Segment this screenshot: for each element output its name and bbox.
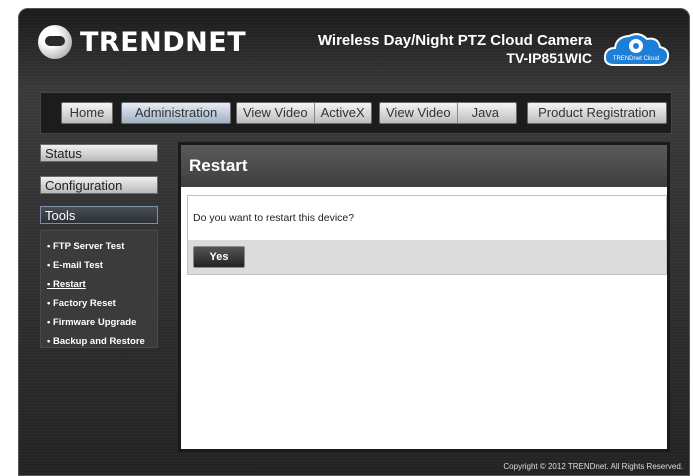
brand-name: TRENDNET <box>80 26 247 58</box>
product-header: Wireless Day/Night PTZ Cloud Camera TV-I… <box>318 32 592 66</box>
trendnet-logo: TRENDNET <box>38 25 246 59</box>
tools-item-backup-and-restore[interactable]: • Backup and Restore <box>41 332 157 351</box>
tools-item-email-test[interactable]: • E-mail Test <box>41 256 157 275</box>
tools-item-restart[interactable]: • Restart <box>41 275 157 294</box>
nav-product-registration[interactable]: Product Registration <box>527 102 667 124</box>
nav-home[interactable]: Home <box>61 102 113 124</box>
tools-submenu: • FTP Server Test • E-mail Test • Restar… <box>40 230 158 348</box>
logo-icon <box>38 25 72 59</box>
nav-view-video-java[interactable]: View Video Java <box>379 102 517 124</box>
nav-view-video-label: View Video <box>243 105 308 120</box>
restart-panel: Do you want to restart this device? Yes <box>187 195 667 275</box>
nav-view-video-label: View Video <box>386 105 451 120</box>
nav-view-video-activex[interactable]: View Video ActiveX <box>236 102 372 124</box>
panel-actions: Yes <box>188 240 666 274</box>
restart-question: Do you want to restart this device? <box>188 196 666 240</box>
product-title: Wireless Day/Night PTZ Cloud Camera <box>317 32 592 49</box>
tools-item-ftp-server-test[interactable]: • FTP Server Test <box>41 237 157 256</box>
page-title: Restart <box>181 145 667 187</box>
cloud-label: TRENDnet Cloud <box>613 56 659 62</box>
main-nav: Home Administration View Video ActiveX V… <box>40 92 672 134</box>
cloud-icon: TRENDnet Cloud <box>603 33 670 66</box>
main-content: Restart Do you want to restart this devi… <box>178 142 670 452</box>
copyright-footer: Copyright © 2012 TRENDnet. All Rights Re… <box>503 462 683 471</box>
sidebar-status[interactable]: Status <box>40 144 158 162</box>
sidebar-tools[interactable]: Tools <box>40 206 158 224</box>
product-model: TV-IP851WIC <box>506 50 592 66</box>
nav-administration[interactable]: Administration <box>121 102 231 124</box>
yes-button[interactable]: Yes <box>193 246 245 268</box>
app-frame: TRENDNET Wireless Day/Night PTZ Cloud Ca… <box>18 8 690 476</box>
tools-item-factory-reset[interactable]: • Factory Reset <box>41 294 157 313</box>
nav-activex-label: ActiveX <box>313 103 371 123</box>
sidebar-configuration[interactable]: Configuration <box>40 176 158 194</box>
tools-item-firmware-upgrade[interactable]: • Firmware Upgrade <box>41 313 157 332</box>
nav-java-label: Java <box>456 103 513 123</box>
